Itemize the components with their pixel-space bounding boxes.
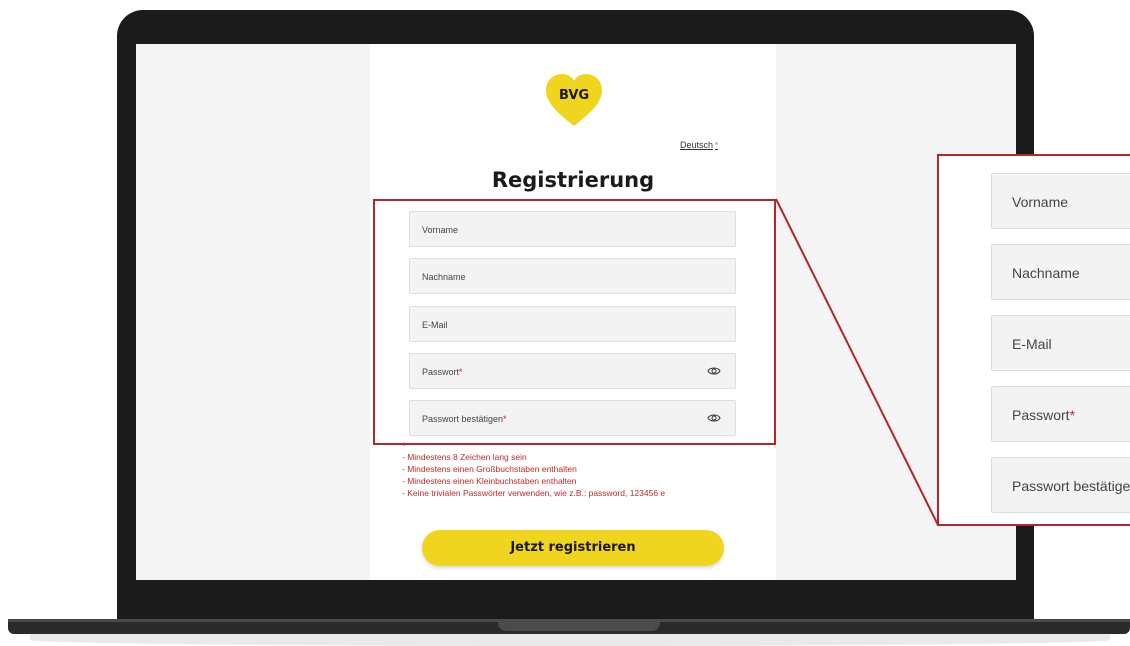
rule-item: - Mindestens 8 Zeichen lang sein — [402, 452, 527, 462]
chevron-down-icon: * — [715, 141, 719, 150]
password-rules: * - Mindestens 8 Zeichen lang sein - Min… — [402, 442, 665, 499]
zoom-field-label: E-Mail — [1012, 336, 1052, 352]
zoom-password-field: Passwort* — [991, 386, 1130, 442]
language-selector[interactable]: Deutsch * — [680, 140, 718, 150]
zoom-confirm-password-field: Passwort bestätigen* — [991, 457, 1130, 513]
bvg-logo: BVG — [544, 74, 604, 128]
zoom-field-label: Vorname — [1012, 194, 1069, 210]
zoom-first-name-field: Vorname — [991, 173, 1130, 229]
register-button[interactable]: Jetzt registrieren — [422, 530, 724, 566]
zoom-panel: Vorname Nachname E-Mail Passwort* Passwo… — [937, 154, 1130, 526]
laptop-notch — [498, 620, 660, 631]
screen-bezel — [136, 580, 1016, 620]
rule-item: - Mindestens einen Großbuchstaben enthal… — [402, 464, 577, 474]
zoom-field-label: Nachname — [1012, 265, 1080, 281]
page-title: Registrierung — [491, 168, 655, 192]
rule-item: - Keine trivialen Passwörter verwenden, … — [402, 488, 666, 498]
highlight-box — [373, 199, 776, 445]
rule-item: - Mindestens einen Kleinbuchstaben entha… — [402, 476, 577, 486]
zoom-last-name-field: Nachname — [991, 244, 1130, 300]
zoom-field-label: Passwort* — [1012, 407, 1076, 423]
laptop-shadow — [30, 634, 1110, 646]
zoom-field-label: Passwort bestätigen* — [1012, 478, 1130, 494]
logo-text: BVG — [558, 88, 590, 103]
language-label: Deutsch — [680, 140, 714, 150]
zoom-email-field: E-Mail — [991, 315, 1130, 371]
